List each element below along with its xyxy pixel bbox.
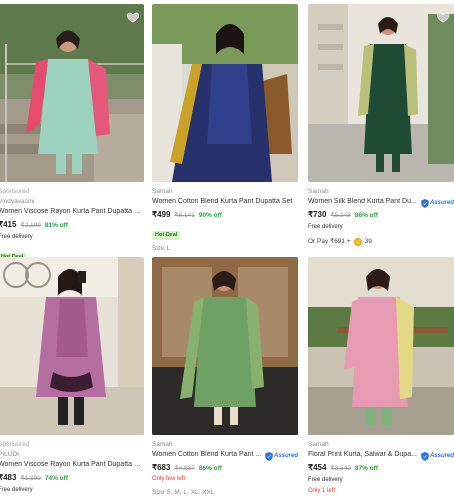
supercoin-offer: Or Pay ₹691 + 39 [308,237,454,247]
product-image[interactable] [0,4,144,182]
product-title[interactable]: Women Silk Blend Kurta Pant Du... [308,198,419,209]
mrp-price: ₹3,549 [330,465,351,472]
product-card[interactable]: Samah Women Cotton Blend Kurta Pant ... … [152,257,298,499]
product-image[interactable] [308,257,454,435]
assured-shield-icon [265,452,273,461]
product-card[interactable]: Sponsored PILUDI Women Viscose Rayon Kur… [0,257,144,497]
assured-badge: Assured [421,452,454,461]
discount-percent: 86% off [354,212,378,219]
assured-shield-icon [421,452,429,461]
brand-name: Samah [152,188,173,195]
sponsored-label: Sponsored [0,441,30,448]
wishlist-heart-icon[interactable] [126,10,140,24]
product-image[interactable] [0,257,144,435]
product-card[interactable]: Samah Women Silk Blend Kurta Pant Du... … [308,4,454,247]
brand-name: Samah [308,188,329,195]
product-title[interactable]: Floral Print Kurta, Salwar & Dupa... [308,451,419,462]
mrp-price: ₹1,899 [20,475,41,482]
discount-percent: 81% off [44,222,68,229]
mrp-price: ₹5,348 [330,212,351,219]
price-row: ₹483 ₹1,899 74% off [0,473,144,485]
selling-price: ₹454 [308,463,327,472]
product-card[interactable]: Samah Floral Print Kurta, Salwar & Dupa.… [308,257,454,498]
title-row: Women Silk Blend Kurta Pant Du... Assure… [308,198,454,209]
available-sizes: Size L [152,245,171,252]
assured-label: Assured [273,452,298,459]
title-row: Women Cotton Blend Kurta Pant ... Assure… [152,451,298,462]
sponsored-label: Sponsored [0,188,30,195]
selling-price: ₹483 [0,473,17,482]
stock-urgency: Only few left [152,476,186,482]
product-title[interactable]: Women Viscose Rayon Kurta Pant Dupatta S… [0,461,144,472]
product-image[interactable] [152,4,298,182]
assured-label: Assured [429,199,454,206]
delivery-info: Free delivery [308,477,343,483]
discount-percent: 87% off [354,465,378,472]
selling-price: ₹415 [0,220,17,229]
product-title[interactable]: Women Cotton Blend Kurta Pant ... [152,451,263,462]
price-row: ₹454 ₹3,549 87% off [308,463,454,475]
product-title[interactable]: Women Cotton Blend Kurta Pant Dupatta Se… [152,198,298,209]
delivery-info: Free delivery [0,234,33,240]
supercoin-icon [353,238,362,246]
assured-label: Assured [429,452,454,459]
price-row: ₹499 ₹5,141 90% off [152,210,298,222]
title-row: Floral Print Kurta, Salwar & Dupa... Ass… [308,451,454,462]
price-row: ₹730 ₹5,348 86% off [308,210,454,222]
brand-name: Samah [308,441,329,448]
hot-deal-badge: Hot Deal [152,231,181,240]
brand-name: PILUDI [0,451,19,458]
brand-name: Samah [152,441,173,448]
wishlist-heart-icon[interactable] [436,10,450,24]
assured-badge: Assured [265,452,298,461]
product-image[interactable] [308,4,454,182]
product-title[interactable]: Women Viscose Rayon Kurta Pant Dupatta S… [0,208,144,219]
product-card[interactable]: Samah Women Cotton Blend Kurta Pant Dupa… [152,4,298,255]
brand-name: Vindyavasini [0,198,35,205]
available-sizes: Size S, M, L, XL, XXL [152,489,215,496]
selling-price: ₹499 [152,210,171,219]
discount-percent: 86% off [198,465,222,472]
discount-percent: 74% off [44,475,68,482]
discount-percent: 90% off [198,212,222,219]
assured-shield-icon [421,199,429,208]
selling-price: ₹730 [308,210,327,219]
mrp-price: ₹4,937 [174,465,195,472]
offer-coins: 39 [364,237,372,245]
product-image[interactable] [152,257,298,435]
stock-urgency: Only 1 left [308,488,336,494]
price-row: ₹683 ₹4,937 86% off [152,463,298,475]
price-row: ₹415 ₹2,199 81% off [0,220,144,232]
mrp-price: ₹5,141 [174,212,195,219]
product-card[interactable]: Sponsored Vindyavasini Women Viscose Ray… [0,4,144,264]
delivery-info: Free delivery [0,487,33,493]
selling-price: ₹683 [152,463,171,472]
mrp-price: ₹2,199 [20,222,41,229]
delivery-info: Free delivery [308,224,343,230]
assured-badge: Assured [421,199,454,208]
offer-text: Or Pay ₹691 + [308,237,351,245]
